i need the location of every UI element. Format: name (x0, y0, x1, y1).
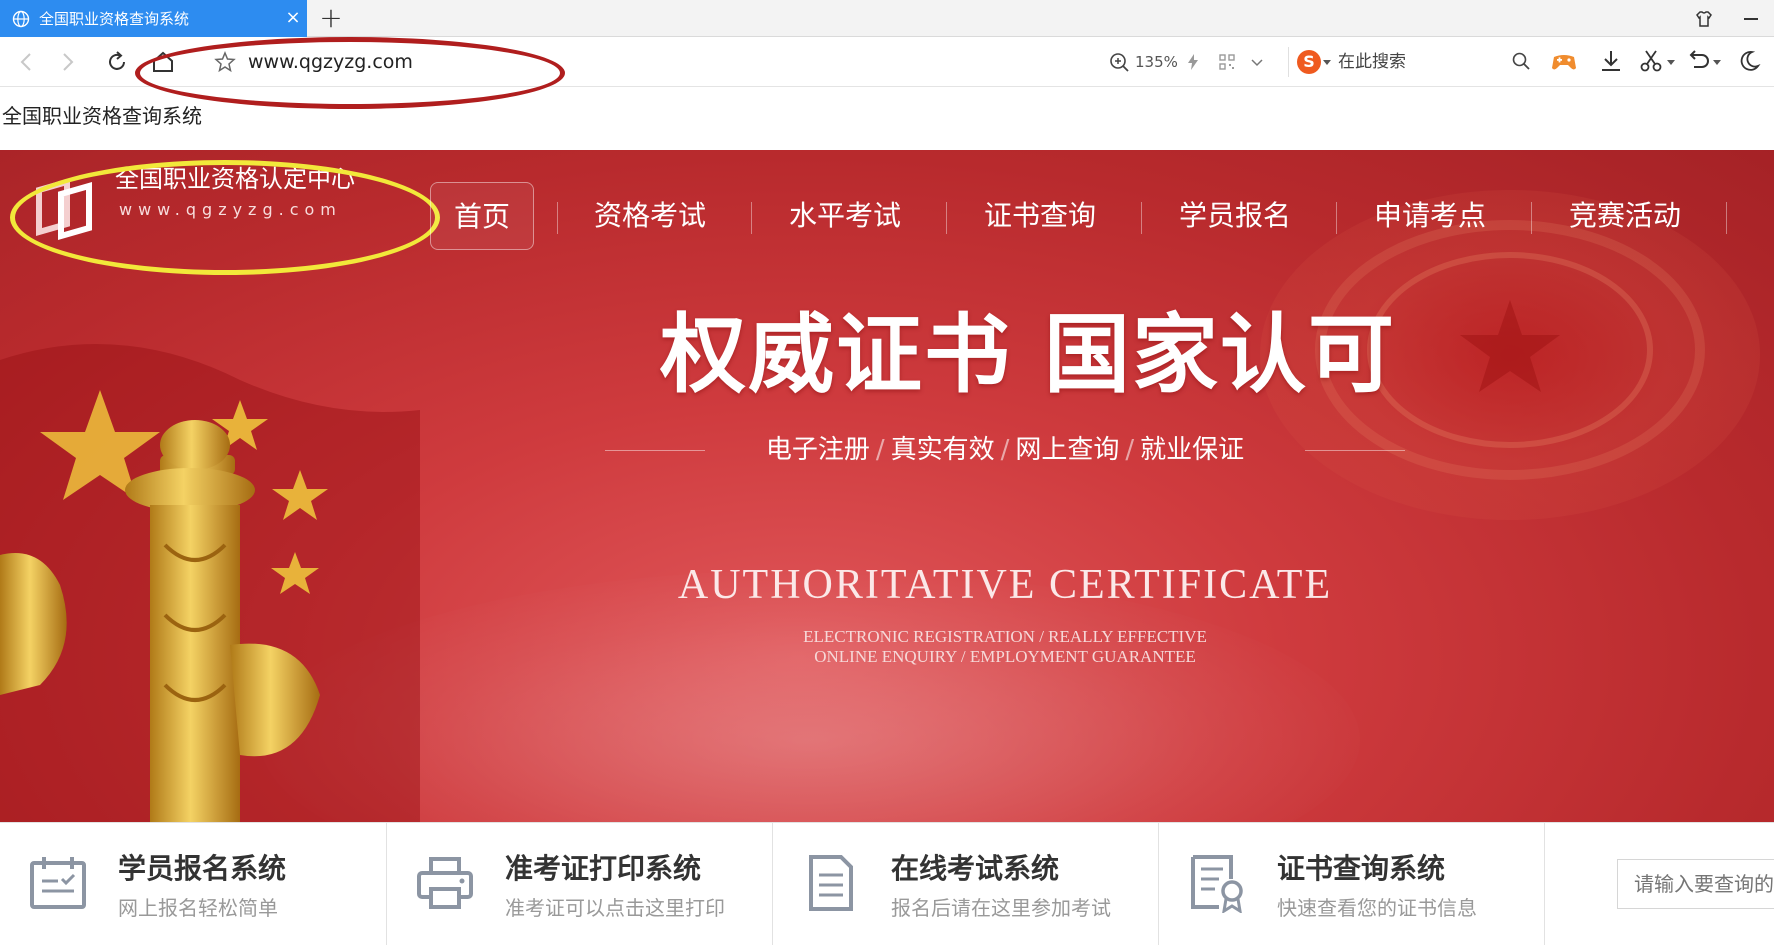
clipboard-check-icon (30, 857, 86, 909)
minimize-icon[interactable] (1744, 18, 1758, 20)
service-student-registration[interactable]: 学员报名系统 网上报名轻松简单 (0, 823, 387, 945)
hero-tagline-text: 电子注册 / 真实有效 / 网上查询 / 就业保证 (745, 430, 1265, 470)
nav-divider (1726, 202, 1727, 234)
browser-window: 全国职业资格查询系统 × + www.qgzyzg.com 135% S 在此搜… (0, 0, 1774, 945)
hero-english-subtitle-1: ELECTRONIC REGISTRATION / REALLY EFFECTI… (803, 627, 1207, 646)
nav-divider (751, 202, 752, 234)
service-title: 在线考试系统 (891, 852, 1060, 885)
annotation-circle-logo (10, 160, 440, 275)
service-admission-ticket-print[interactable]: 准考证打印系统 准考证可以点击这里打印 (387, 823, 773, 945)
screenshot-dropdown-icon[interactable] (1666, 58, 1676, 66)
service-description: 报名后请在这里参加考试 (891, 896, 1111, 920)
zoom-icon[interactable] (1108, 51, 1130, 73)
nav-divider (1336, 202, 1337, 234)
tagline-separator: / (1125, 435, 1135, 465)
nav-divider (557, 202, 558, 234)
search-engine-icon[interactable]: S (1297, 50, 1321, 74)
download-icon[interactable] (1598, 48, 1624, 74)
query-input[interactable] (1617, 859, 1774, 909)
service-description: 网上报名轻松简单 (118, 896, 278, 920)
reload-icon[interactable] (104, 49, 130, 75)
search-engine-dropdown-icon[interactable] (1322, 58, 1332, 66)
nav-level-exam[interactable]: 水平考试 (775, 182, 915, 250)
service-certificate-query[interactable]: 证书查询系统 快速查看您的证书信息 (1159, 823, 1545, 945)
globe-icon (12, 10, 30, 28)
tagline-item: 就业保证 (1140, 435, 1245, 465)
tagline-separator: / (1000, 435, 1010, 465)
close-tab-icon[interactable]: × (284, 9, 302, 27)
nav-qualification-exam[interactable]: 资格考试 (580, 182, 720, 250)
tagline-separator: / (875, 435, 885, 465)
tagline-rule-left (605, 450, 705, 451)
undo-dropdown-icon[interactable] (1712, 58, 1722, 66)
service-title: 准考证打印系统 (505, 852, 702, 885)
hero-banner: 全国职业资格认定中心 www.qgzyzg.com 首页 资格考试 水平考试 证… (0, 150, 1774, 826)
certificate-icon (1191, 855, 1243, 913)
annotation-circle-url (135, 37, 565, 109)
tagline-item: 电子注册 (765, 435, 870, 465)
nav-divider (1141, 202, 1142, 234)
nav-divider (946, 202, 947, 234)
nav-student-registration[interactable]: 学员报名 (1165, 182, 1305, 250)
service-online-exam[interactable]: 在线考试系统 报名后请在这里参加考试 (773, 823, 1159, 945)
tagline-item: 网上查询 (1015, 435, 1120, 465)
hero-english-title: AUTHORITATIVE CERTIFICATE (677, 562, 1333, 608)
hero-headline: 权威证书 国家认可 (660, 305, 1396, 405)
nav-competitions[interactable]: 竞赛活动 (1555, 182, 1695, 250)
search-icon[interactable] (1510, 50, 1532, 72)
page-title: 全国职业资格查询系统 (2, 104, 202, 128)
service-title: 学员报名系统 (118, 852, 287, 885)
lightning-icon[interactable] (1183, 52, 1203, 72)
new-tab-button[interactable]: + (318, 4, 344, 32)
night-mode-icon[interactable] (1736, 48, 1762, 74)
undo-icon[interactable] (1684, 48, 1710, 74)
forward-icon[interactable] (54, 49, 80, 75)
scissors-icon[interactable] (1638, 48, 1664, 74)
search-input[interactable]: 在此搜索 (1338, 51, 1406, 73)
address-bar-divider (1288, 47, 1289, 77)
skin-icon[interactable] (1694, 9, 1714, 29)
nav-home[interactable]: 首页 (430, 182, 534, 250)
browser-tab-active[interactable]: 全国职业资格查询系统 × (0, 0, 307, 37)
nav-certificate-query[interactable]: 证书查询 (970, 182, 1110, 250)
game-controller-icon[interactable] (1550, 49, 1578, 75)
tab-title: 全国职业资格查询系统 (39, 10, 190, 28)
nav-divider (1531, 202, 1532, 234)
address-bar: www.qgzyzg.com 135% S 在此搜索 (0, 37, 1774, 109)
hero-tagline: 电子注册 / 真实有效 / 网上查询 / 就业保证 (605, 430, 1405, 470)
nav-apply-test-center[interactable]: 申请考点 (1360, 182, 1500, 250)
huabiao-pillar-image (0, 420, 320, 826)
document-icon (809, 855, 853, 911)
service-panel: 学员报名系统 网上报名轻松简单 准考证打印系统 准考证可以点击这里打印 在线考试… (0, 822, 1774, 945)
chevron-down-icon[interactable] (1248, 53, 1266, 71)
service-description: 准考证可以点击这里打印 (505, 896, 725, 920)
hero-english-subtitle-2: ONLINE ENQUIRY / EMPLOYMENT GUARANTEE (814, 647, 1196, 666)
tab-bar: 全国职业资格查询系统 × + (0, 0, 1774, 37)
qrcode-icon[interactable] (1217, 52, 1237, 72)
printer-icon (417, 857, 473, 909)
service-title: 证书查询系统 (1277, 852, 1446, 885)
back-icon[interactable] (14, 49, 40, 75)
zoom-level[interactable]: 135% (1135, 52, 1178, 72)
tagline-rule-right (1305, 450, 1405, 451)
service-description: 快速查看您的证书信息 (1277, 896, 1477, 920)
tagline-item: 真实有效 (890, 435, 995, 465)
